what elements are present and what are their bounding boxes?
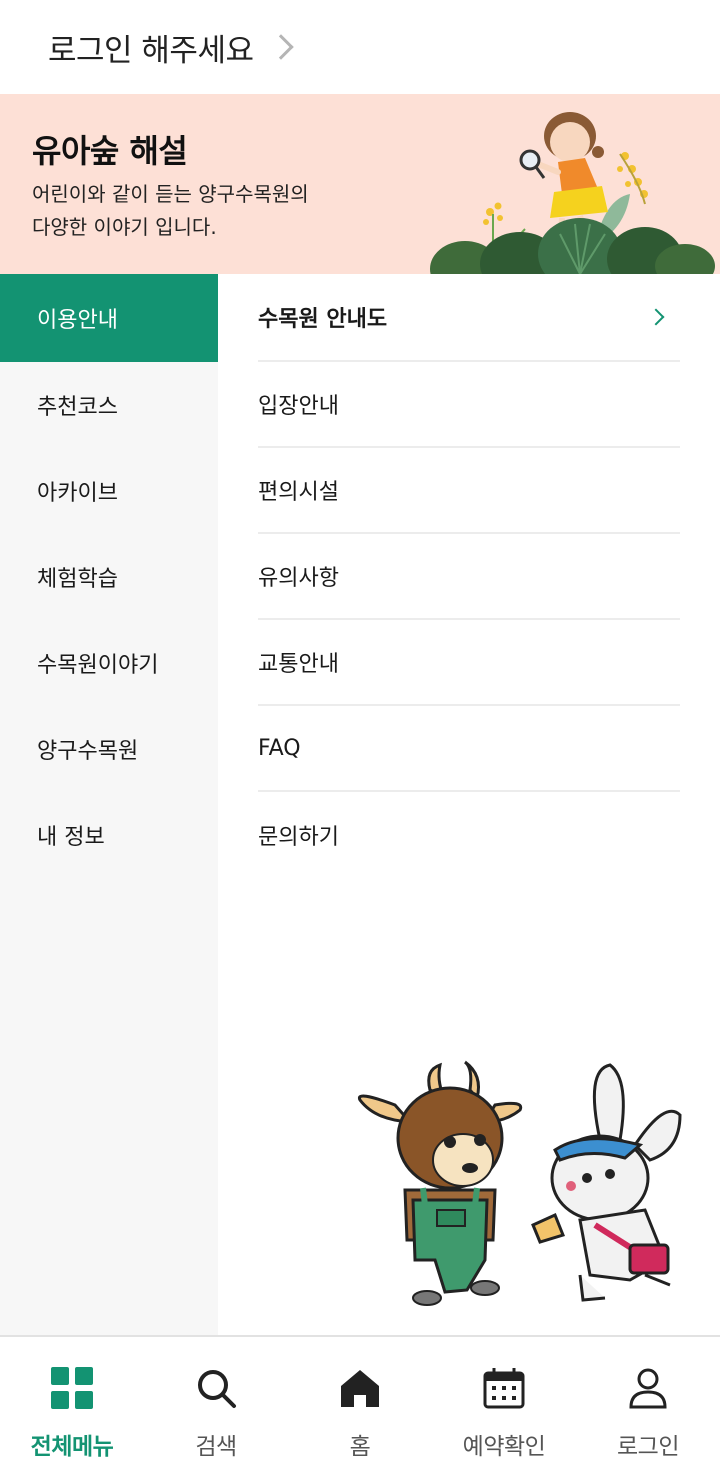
chevron-right-icon [267, 34, 294, 60]
submenu-item-admission[interactable]: 입장안내 [258, 362, 680, 448]
sidebar-item-yanggu-arboretum[interactable]: 양구수목원 [0, 706, 218, 792]
chevron-right-icon [647, 308, 665, 326]
sidebar-item-recommended-course[interactable]: 추천코스 [0, 362, 218, 448]
sidebar-item-my-info[interactable]: 내 정보 [0, 792, 218, 878]
nav-home[interactable]: 홈 [288, 1337, 432, 1480]
submenu-item-label: 수목원 안내도 [258, 307, 388, 332]
nav-search[interactable]: 검색 [144, 1337, 288, 1480]
submenu-item-transportation[interactable]: 교통안내 [258, 620, 680, 706]
submenu-item-label: FAQ [258, 735, 301, 761]
mascot-characters-illustration [357, 1060, 682, 1306]
home-icon [337, 1365, 383, 1411]
login-prompt[interactable]: 로그인 해주세요 [48, 25, 254, 70]
nav-login[interactable]: 로그인 [576, 1337, 720, 1480]
calendar-icon [481, 1365, 527, 1411]
nav-all-menu[interactable]: 전체메뉴 [0, 1337, 144, 1480]
submenu-list: 수목원 안내도 입장안내 편의시설 유의사항 교통안내 FAQ 문의하기 [258, 274, 680, 878]
sidebar-item-usage-guide[interactable]: 이용안내 [0, 274, 218, 362]
banner-description-line2: 다양한 이야기 입니다. [32, 215, 217, 239]
submenu-item-inquiry[interactable]: 문의하기 [258, 792, 680, 878]
sidebar-item-arboretum-story[interactable]: 수목원이야기 [0, 620, 218, 706]
submenu-item-map[interactable]: 수목원 안내도 [258, 274, 680, 362]
nav-reservation-check[interactable]: 예약확인 [432, 1337, 576, 1480]
nav-label: 홈 [349, 1434, 371, 1460]
submenu-item-label: 교통안내 [258, 652, 339, 677]
banner-description: 어린이와 같이 듣는 양구수목원의 다양한 이야기 입니다. [32, 178, 352, 244]
category-sidebar: 이용안내 추천코스 아카이브 체험학습 수목원이야기 양구수목원 내 정보 [0, 274, 218, 1336]
submenu-item-faq[interactable]: FAQ [258, 706, 680, 792]
banner-title: 유아숲 해설 [32, 132, 188, 170]
nav-label: 로그인 [617, 1434, 679, 1460]
submenu-item-label: 유의사항 [258, 566, 339, 591]
banner-description-line1: 어린이와 같이 듣는 양구수목원의 [32, 182, 309, 206]
forest-banner[interactable]: 유아숲 해설 어린이와 같이 듣는 양구수목원의 다양한 이야기 입니다. [0, 94, 720, 274]
submenu-item-label: 편의시설 [258, 480, 339, 505]
grid-icon [49, 1365, 95, 1411]
submenu-item-precautions[interactable]: 유의사항 [258, 534, 680, 620]
girl-with-magnifier-illustration [430, 112, 715, 274]
search-icon [193, 1365, 239, 1411]
submenu-item-label: 문의하기 [258, 825, 339, 850]
sidebar-item-archive[interactable]: 아카이브 [0, 448, 218, 534]
sidebar-item-experience-learning[interactable]: 체험학습 [0, 534, 218, 620]
nav-label: 전체메뉴 [30, 1434, 114, 1460]
user-icon [625, 1365, 671, 1411]
login-header[interactable]: 로그인 해주세요 [0, 0, 720, 94]
submenu-item-facilities[interactable]: 편의시설 [258, 448, 680, 534]
nav-label: 예약확인 [462, 1434, 546, 1460]
nav-label: 검색 [195, 1434, 237, 1460]
submenu-item-label: 입장안내 [258, 394, 339, 419]
bottom-navigation: 전체메뉴 검색 홈 예약확인 로그인 [0, 1335, 720, 1480]
